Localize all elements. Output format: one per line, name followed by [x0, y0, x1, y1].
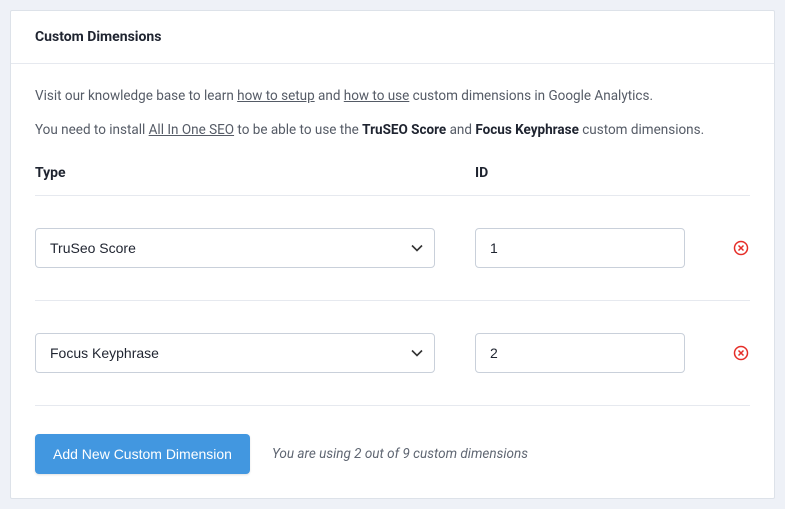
id-input[interactable]	[475, 333, 685, 373]
column-header-id: ID	[435, 165, 750, 181]
table-row: TruSeo Score	[35, 196, 750, 301]
install-part1: You need to install	[35, 122, 149, 138]
install-part3: and	[446, 122, 475, 138]
intro-text: Visit our knowledge base to learn how to…	[35, 86, 750, 106]
id-cell	[435, 228, 750, 268]
footer-row: Add New Custom Dimension You are using 2…	[35, 406, 750, 474]
install-note: You need to install All In One SEO to be…	[35, 120, 750, 140]
id-input[interactable]	[475, 228, 685, 268]
install-bold1: TruSEO Score	[362, 122, 446, 138]
panel-header: Custom Dimensions	[11, 11, 774, 64]
remove-icon	[733, 345, 749, 361]
intro-part1: Visit our knowledge base to learn	[35, 88, 237, 104]
add-dimension-button[interactable]: Add New Custom Dimension	[35, 434, 250, 474]
remove-button[interactable]	[732, 239, 750, 257]
type-select[interactable]: TruSeo Score	[35, 228, 435, 268]
install-part4: custom dimensions.	[579, 122, 704, 138]
type-select-wrap: TruSeo Score	[35, 228, 435, 268]
remove-button[interactable]	[732, 344, 750, 362]
intro-part2: and	[315, 88, 344, 104]
table-header: Type ID	[35, 155, 750, 196]
install-part2: to be able to use the	[234, 122, 362, 138]
link-how-to-setup[interactable]: how to setup	[237, 88, 315, 104]
remove-icon	[733, 240, 749, 256]
column-header-type: Type	[35, 165, 435, 181]
table-row: Focus Keyphrase	[35, 301, 750, 406]
link-aioseo[interactable]: All In One SEO	[149, 122, 234, 138]
usage-text: You are using 2 out of 9 custom dimensio…	[272, 446, 528, 462]
type-select[interactable]: Focus Keyphrase	[35, 333, 435, 373]
link-how-to-use[interactable]: how to use	[344, 88, 410, 104]
panel-title: Custom Dimensions	[35, 29, 750, 45]
intro-part3: custom dimensions in Google Analytics.	[409, 88, 653, 104]
type-select-wrap: Focus Keyphrase	[35, 333, 435, 373]
custom-dimensions-panel: Custom Dimensions Visit our knowledge ba…	[10, 10, 775, 499]
id-cell	[435, 333, 750, 373]
install-bold2: Focus Keyphrase	[475, 122, 579, 138]
panel-body: Visit our knowledge base to learn how to…	[11, 64, 774, 498]
